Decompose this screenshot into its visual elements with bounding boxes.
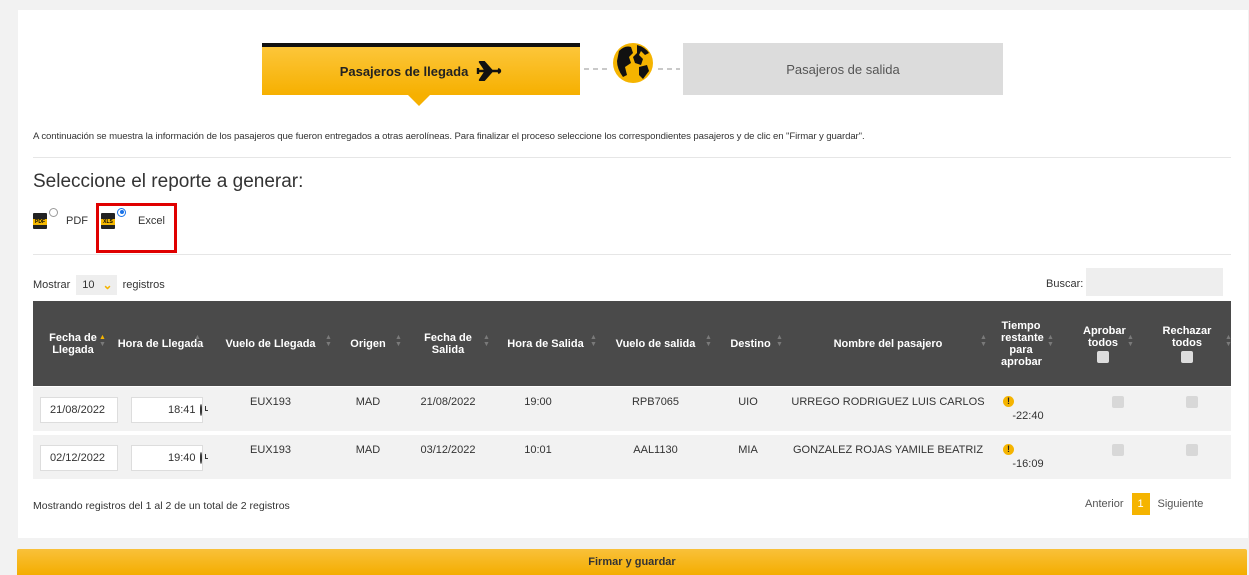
- col-passenger-name[interactable]: Nombre del pasajero ▲ ▼: [788, 301, 988, 386]
- departure-time: 19:00: [524, 396, 552, 408]
- clock-icon: [199, 404, 211, 416]
- arrival-date-field[interactable]: 21/08/2022: [40, 397, 118, 423]
- approve-checkbox[interactable]: [1112, 444, 1124, 456]
- departure-time: 10:01: [524, 444, 552, 456]
- chevron-down-icon: ⌄: [102, 278, 113, 292]
- origin: MAD: [355, 444, 381, 456]
- arrival-flight: EUX193: [250, 396, 291, 408]
- page-length-control: Mostrar 10 ⌄ registros: [33, 275, 165, 295]
- dashed-connector-right: [658, 68, 680, 70]
- departure-date: 03/12/2022: [420, 444, 476, 456]
- arrival-date-field[interactable]: 02/12/2022: [40, 445, 118, 471]
- search-label: Buscar:: [1046, 278, 1084, 290]
- departure-flight: RPB7065: [631, 396, 680, 408]
- departure-flight: AAL1130: [633, 444, 678, 456]
- tab-departure-passengers[interactable]: Pasajeros de salida: [683, 43, 1003, 95]
- destination: MIA: [738, 444, 758, 456]
- col-destination[interactable]: Destino ▲ ▼: [713, 301, 788, 386]
- pdf-label: PDF: [66, 215, 88, 227]
- globe-icon: [613, 43, 653, 83]
- highlight-box: [96, 203, 177, 253]
- next-page-button[interactable]: Siguiente: [1158, 498, 1204, 510]
- col-time-remaining[interactable]: Tiempo restante para aprobar ▲ ▼: [991, 301, 1054, 386]
- page-1-button[interactable]: 1: [1131, 493, 1150, 515]
- departure-date: 21/08/2022: [420, 396, 476, 408]
- time-remaining: -16:09: [1012, 458, 1044, 470]
- reject-checkbox[interactable]: [1186, 444, 1198, 456]
- pagination: Anterior 1 Siguiente: [1085, 493, 1203, 515]
- warning-icon: !: [1003, 444, 1014, 455]
- page-length-select[interactable]: 10 ⌄: [76, 275, 117, 295]
- search-input[interactable]: [1086, 268, 1223, 296]
- report-section-title: Seleccione el reporte a generar:: [33, 171, 304, 192]
- destination: UIO: [738, 396, 758, 408]
- col-arrival-date[interactable]: Fecha de Llegada ▲ ▼: [33, 301, 113, 386]
- origin: MAD: [355, 396, 381, 408]
- table-row: 21/08/2022 18:41 EUX193 MAD 21/08/2022 1…: [33, 387, 1231, 431]
- col-departure-date[interactable]: Fecha de Salida ▲ ▼: [403, 301, 493, 386]
- tab-pointer: [408, 95, 430, 106]
- reject-checkbox[interactable]: [1186, 396, 1198, 408]
- airplane-icon: [477, 61, 502, 81]
- col-origin[interactable]: Origen ▲ ▼: [333, 301, 403, 386]
- col-arrival-flight[interactable]: Vuelo de Llegada ▲ ▼: [208, 301, 333, 386]
- records-summary: Mostrando registros del 1 al 2 de un tot…: [33, 500, 290, 512]
- pdf-radio[interactable]: [49, 207, 58, 217]
- arrival-time-field[interactable]: 18:41: [131, 397, 211, 423]
- reject-all-checkbox[interactable]: [1181, 350, 1193, 363]
- table-row: 02/12/2022 19:40 EUX193 MAD 03/12/2022 1…: [33, 435, 1231, 479]
- pdf-file-icon: PDF: [33, 213, 47, 229]
- passenger-name: URREGO RODRIGUEZ LUIS CARLOS: [791, 396, 985, 408]
- col-departure-time[interactable]: Hora de Salida ▲ ▼: [493, 301, 598, 386]
- arrival-time-field[interactable]: 19:40: [131, 445, 211, 471]
- col-approve-all[interactable]: Aprobar todos ▲ ▼: [1063, 301, 1143, 386]
- report-option-pdf[interactable]: PDF PDF: [33, 207, 88, 229]
- divider: [33, 157, 1231, 158]
- clock-icon: [199, 452, 211, 464]
- records-label: registros: [122, 279, 165, 291]
- tab-arrival-passengers[interactable]: Pasajeros de llegada: [262, 43, 580, 95]
- time-remaining: -22:40: [1012, 410, 1044, 422]
- warning-icon: !: [1003, 396, 1014, 407]
- tab-departure-label: Pasajeros de salida: [786, 61, 900, 77]
- col-departure-flight[interactable]: Vuelo de salida ▲ ▼: [598, 301, 713, 386]
- arrival-flight: EUX193: [250, 444, 291, 456]
- tab-arrival-label: Pasajeros de llegada: [339, 63, 469, 79]
- col-reject-all[interactable]: Rechazar todos ▲ ▼: [1143, 301, 1232, 386]
- approve-checkbox[interactable]: [1112, 396, 1124, 408]
- sign-and-save-button[interactable]: Firmar y guardar: [17, 549, 1247, 575]
- table-header: Fecha de Llegada ▲ ▼ Hora de Llegada ▲ ▼ Vue…: [33, 301, 1232, 386]
- col-arrival-time[interactable]: Hora de Llegada ▲ ▼: [113, 301, 208, 386]
- passenger-name: GONZALEZ ROJAS YAMILE BEATRIZ: [792, 444, 984, 456]
- divider: [33, 254, 1231, 255]
- approve-all-checkbox[interactable]: [1097, 350, 1109, 363]
- dashed-connector-left: [584, 68, 608, 70]
- instructions-text: A continuación se muestra la información…: [33, 131, 865, 142]
- sign-and-save-label: Firmar y guardar: [588, 556, 676, 568]
- show-label: Mostrar: [33, 279, 71, 291]
- prev-page-button[interactable]: Anterior: [1085, 498, 1124, 510]
